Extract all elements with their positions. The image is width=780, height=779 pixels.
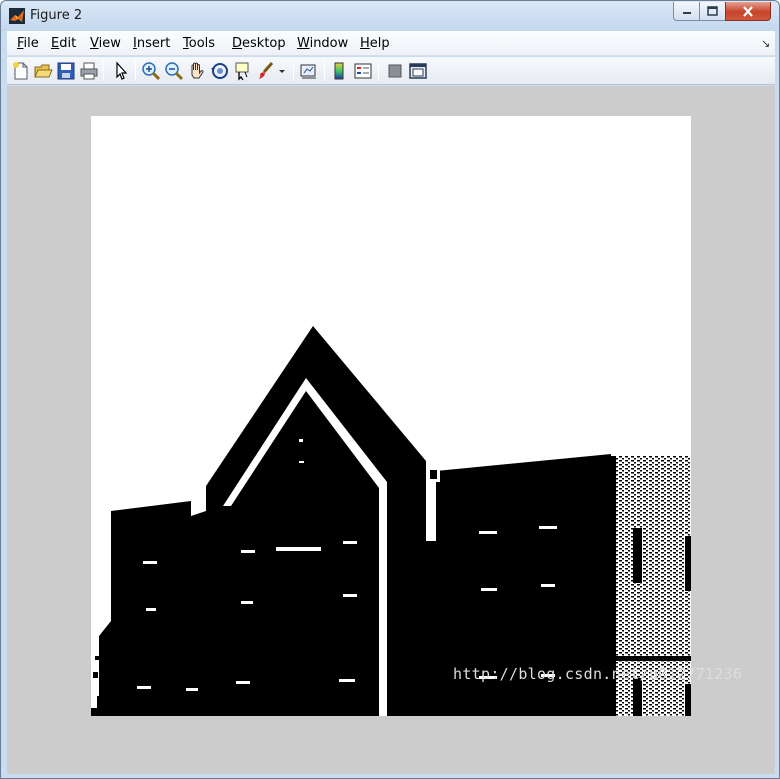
menu-view[interactable]: View bbox=[90, 36, 121, 51]
toolbar-separator bbox=[293, 61, 294, 81]
open-file-icon[interactable] bbox=[33, 61, 53, 81]
brush-icon[interactable] bbox=[256, 61, 276, 81]
data-cursor-icon[interactable] bbox=[233, 61, 253, 81]
menu-file[interactable]: File bbox=[17, 36, 39, 51]
binary-building-image bbox=[91, 116, 691, 716]
menu-desktop[interactable]: Desktop bbox=[232, 36, 286, 51]
binary-image-axes[interactable] bbox=[91, 116, 691, 716]
close-icon bbox=[743, 5, 753, 17]
menu-window[interactable]: Window bbox=[297, 36, 348, 51]
matlab-logo-icon bbox=[9, 8, 25, 24]
minimize-button[interactable] bbox=[673, 2, 700, 21]
save-icon[interactable] bbox=[56, 61, 76, 81]
toolbar-separator bbox=[324, 61, 325, 81]
close-button[interactable] bbox=[725, 2, 771, 21]
maximize-button[interactable] bbox=[699, 2, 726, 21]
figure-window: Figure 2 File Edit View Insert Tools Des… bbox=[0, 0, 780, 779]
menu-bar: File Edit View Insert Tools Desktop Wind… bbox=[7, 31, 775, 56]
hide-plot-tools-icon[interactable] bbox=[385, 61, 405, 81]
toolbar-separator bbox=[103, 61, 104, 81]
menu-edit[interactable]: Edit bbox=[51, 36, 76, 51]
print-icon[interactable] bbox=[79, 61, 99, 81]
show-plot-tools-icon[interactable] bbox=[408, 61, 428, 81]
new-figure-icon[interactable] bbox=[11, 61, 31, 81]
menu-help[interactable]: Help bbox=[360, 36, 390, 51]
colorbar-icon[interactable] bbox=[330, 61, 350, 81]
window-title: Figure 2 bbox=[30, 8, 83, 23]
watermark-text: http://blog.csdn.net/u012771236 bbox=[453, 665, 743, 683]
dock-arrow-icon[interactable]: ↘ bbox=[761, 37, 770, 50]
minimize-icon bbox=[682, 12, 691, 14]
menu-tools[interactable]: Tools bbox=[183, 36, 215, 51]
toolbar-separator bbox=[378, 61, 379, 81]
brush-dropdown-icon[interactable] bbox=[277, 61, 287, 81]
menu-insert[interactable]: Insert bbox=[133, 36, 170, 51]
zoom-in-icon[interactable] bbox=[141, 61, 161, 81]
edit-plot-arrow-icon[interactable] bbox=[111, 61, 131, 81]
title-bar[interactable]: Figure 2 bbox=[1, 1, 779, 31]
maximize-icon bbox=[707, 6, 718, 16]
figure-toolbar bbox=[7, 57, 775, 85]
link-plot-icon[interactable] bbox=[299, 61, 319, 81]
zoom-out-icon[interactable] bbox=[164, 61, 184, 81]
toolbar-separator bbox=[135, 61, 136, 81]
pan-hand-icon[interactable] bbox=[187, 61, 207, 81]
rotate-3d-icon[interactable] bbox=[210, 61, 230, 81]
legend-icon[interactable] bbox=[353, 61, 373, 81]
